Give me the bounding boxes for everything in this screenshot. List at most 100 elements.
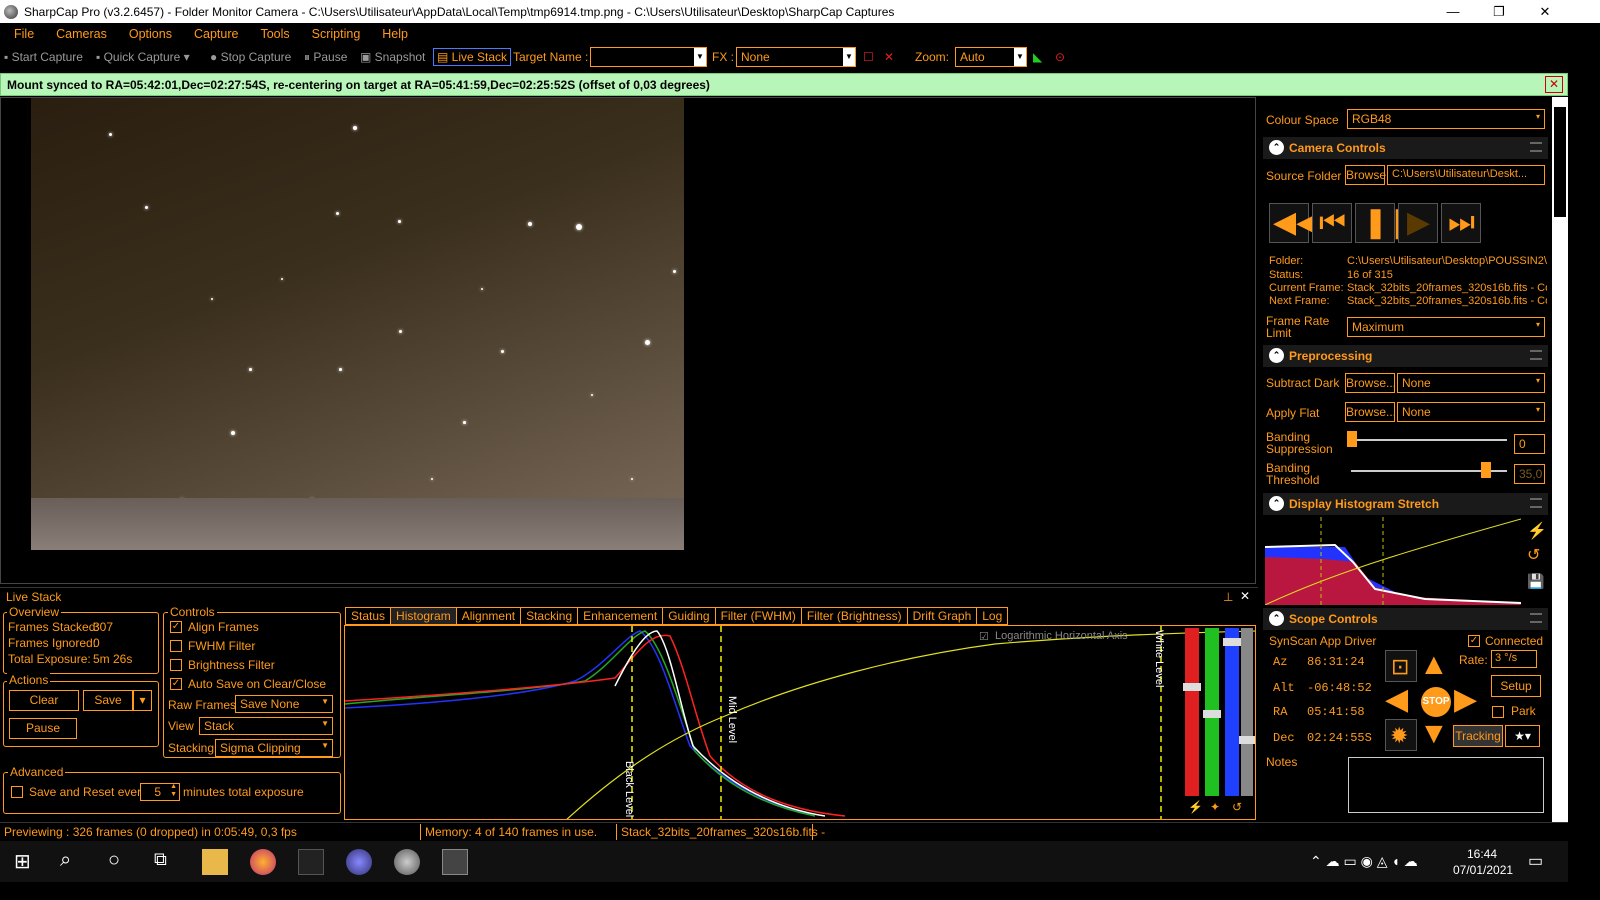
log-axis-checkbox[interactable]: ☑ xyxy=(979,630,989,643)
pause-stack-button[interactable]: Pause xyxy=(9,718,77,739)
blue-level-slider[interactable] xyxy=(1223,628,1241,796)
grey-level-slider[interactable] xyxy=(1239,628,1255,796)
scrollbar-thumb[interactable] xyxy=(1554,107,1566,217)
play-button[interactable]: ▶ xyxy=(1398,203,1438,243)
menu-capture[interactable]: Capture xyxy=(194,27,238,41)
stacking-select[interactable]: Sigma Clipping ▼ xyxy=(215,739,333,757)
notifications-icon[interactable]: ▭ xyxy=(1528,851,1543,871)
tab-log[interactable]: Log xyxy=(976,607,1009,625)
close-panel-icon[interactable]: ✕ xyxy=(1240,589,1250,603)
banding-suppression-slider[interactable] xyxy=(1347,431,1507,447)
slider-handle[interactable] xyxy=(1203,710,1221,718)
tab-histogram[interactable]: Histogram xyxy=(390,607,457,625)
save-dropdown-icon[interactable]: ▾ xyxy=(133,690,152,711)
raw-frames-select[interactable]: Save None ▼ xyxy=(235,695,333,713)
view-select[interactable]: Stack ▼ xyxy=(199,717,333,735)
save-reset-checkbox[interactable] xyxy=(11,786,23,798)
rate-select[interactable]: 3 °/s xyxy=(1491,650,1537,668)
brightness-filter-checkbox[interactable] xyxy=(170,659,182,671)
auto-stretch-icon[interactable]: ⚡ xyxy=(1527,521,1547,541)
tab-enhancement[interactable]: Enhancement xyxy=(577,607,664,625)
auto-save-checkbox[interactable]: ✓ xyxy=(170,678,182,690)
menu-help[interactable]: Help xyxy=(382,27,408,41)
tab-filter-brightness[interactable]: Filter (Brightness) xyxy=(800,607,908,625)
live-stack-button[interactable]: ▤ Live Stack xyxy=(433,48,512,66)
menu-file[interactable]: File xyxy=(14,27,34,41)
collapse-icon[interactable]: ⌃ xyxy=(1269,496,1284,511)
browse-dark-button[interactable]: Browse... xyxy=(1345,373,1396,393)
tab-stacking[interactable]: Stacking xyxy=(520,607,579,625)
panel-menu-icon[interactable] xyxy=(1530,350,1542,360)
firefox-icon[interactable] xyxy=(250,849,276,875)
move-west-icon[interactable]: ◀ xyxy=(1385,685,1408,715)
browse-source-button[interactable]: Browse xyxy=(1345,165,1386,185)
menu-options[interactable]: Options xyxy=(129,27,172,41)
fx-combo[interactable]: None ▼ xyxy=(736,47,856,67)
red-box-icon[interactable]: ☐ xyxy=(863,50,874,64)
tracking-button[interactable]: Tracking xyxy=(1453,725,1503,747)
next-frame-button[interactable]: ⏭ xyxy=(1441,203,1481,243)
slider-handle[interactable] xyxy=(1347,431,1357,447)
fwhm-filter-checkbox[interactable] xyxy=(170,640,182,652)
pin-icon[interactable]: ⊥ xyxy=(1223,590,1233,604)
star-options-button[interactable]: ★▾ xyxy=(1505,725,1540,747)
right-panel-scrollbar[interactable] xyxy=(1552,97,1568,822)
move-east-icon[interactable]: ▶ xyxy=(1454,685,1477,715)
quick-capture-button[interactable]: ▪ Quick Capture ▾ xyxy=(96,50,190,64)
notes-textarea[interactable] xyxy=(1348,757,1544,813)
maximize-button[interactable]: ❐ xyxy=(1476,0,1522,23)
menu-tools[interactable]: Tools xyxy=(260,27,289,41)
close-notification-icon[interactable]: ✕ xyxy=(1545,76,1563,93)
histogram-stretch-plot[interactable] xyxy=(1265,517,1521,605)
zoom-combo[interactable]: Auto ▼ xyxy=(955,47,1027,67)
histogram-stretch-header[interactable]: ⌃ Display Histogram Stretch xyxy=(1263,493,1548,515)
slider-handle[interactable] xyxy=(1183,683,1201,691)
tab-drift-graph[interactable]: Drift Graph xyxy=(906,607,978,625)
scope-controls-header[interactable]: ⌃ Scope Controls xyxy=(1263,608,1548,630)
minimize-button[interactable]: — xyxy=(1430,0,1476,23)
colour-space-select[interactable]: RGB48 ▾ xyxy=(1347,109,1545,129)
histogram-icon[interactable]: ◣ xyxy=(1033,50,1042,64)
menu-scripting[interactable]: Scripting xyxy=(312,27,361,41)
subtract-dark-select[interactable]: None ▾ xyxy=(1397,373,1545,393)
goto-target-button[interactable]: ⊡ xyxy=(1385,650,1417,682)
panel-menu-icon[interactable] xyxy=(1530,142,1542,152)
camera-controls-header[interactable]: ⌃ Camera Controls xyxy=(1263,137,1548,159)
save-reset-minutes-stepper[interactable]: 5 ▲ ▼ xyxy=(140,783,180,801)
tab-status[interactable]: Status xyxy=(345,607,392,625)
tab-alignment[interactable]: Alignment xyxy=(455,607,522,625)
align-frames-checkbox[interactable]: ✓ xyxy=(170,621,182,633)
green-level-slider[interactable] xyxy=(1203,628,1221,796)
crosshair-icon[interactable]: ✕ xyxy=(884,50,894,64)
stepper-arrows-icon[interactable]: ▲ ▼ xyxy=(170,783,177,799)
preprocessing-header[interactable]: ⌃ Preprocessing xyxy=(1263,345,1548,367)
windows-start-icon[interactable]: ⊞ xyxy=(14,849,40,875)
home-button[interactable]: ✹ xyxy=(1385,719,1417,751)
close-button[interactable]: ✕ xyxy=(1522,0,1568,23)
browse-flat-button[interactable]: Browse... xyxy=(1345,402,1396,422)
clock-date[interactable]: 07/01/2021 xyxy=(1453,863,1513,877)
save-stretch-icon[interactable]: 💾 xyxy=(1527,573,1544,590)
park-checkbox[interactable] xyxy=(1492,706,1504,718)
save-button[interactable]: Save xyxy=(83,690,133,711)
file-explorer-icon[interactable] xyxy=(202,849,228,875)
rewind-button[interactable]: ◀◀ xyxy=(1269,203,1319,243)
red-level-slider[interactable] xyxy=(1183,628,1201,796)
search-icon[interactable]: ⌕ xyxy=(60,849,86,875)
stellarium-icon[interactable] xyxy=(346,849,372,875)
cortana-icon[interactable]: ○ xyxy=(108,849,134,875)
system-tray-icons[interactable]: ⌃ ☁ ▭ ◉ ◬ ◖ ☁ xyxy=(1310,853,1418,870)
apply-flat-select[interactable]: None ▾ xyxy=(1397,402,1545,422)
target-name-combo[interactable]: ▼ xyxy=(590,47,707,67)
histogram-plot[interactable]: ☑ Logarithmic Horizontal Axis Black Leve… xyxy=(344,625,1256,820)
reset-icon[interactable]: ↺ xyxy=(1232,800,1242,814)
frame-rate-select[interactable]: Maximum ▾ xyxy=(1347,317,1545,337)
previous-frame-button[interactable]: ⏮ xyxy=(1312,203,1352,243)
setup-button[interactable]: Setup xyxy=(1491,675,1541,697)
connected-checkbox[interactable]: ✓ xyxy=(1468,635,1480,647)
slider-handle[interactable] xyxy=(1481,462,1491,478)
start-capture-button[interactable]: ▪ Start Capture xyxy=(4,50,83,64)
clear-button[interactable]: Clear xyxy=(9,690,79,711)
app-icon[interactable] xyxy=(298,849,324,875)
pause-playback-button[interactable]: ❚❚ xyxy=(1355,203,1413,243)
